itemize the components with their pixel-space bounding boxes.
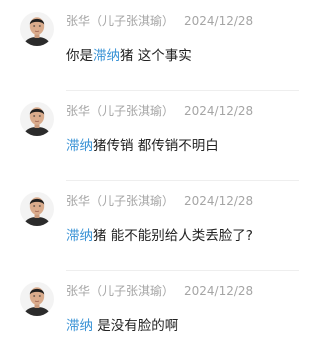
- avatar-image: [20, 192, 54, 226]
- comment-date: 2024/12/28: [184, 104, 254, 118]
- comment-text-after: 猪 这个事实: [120, 48, 192, 64]
- comment-text-after: 猪传销 都传销不明白: [93, 138, 219, 154]
- avatar[interactable]: [20, 192, 54, 226]
- comment-meta: 张华（儿子张淇瑜） 2024/12/28: [66, 104, 253, 118]
- comment-author[interactable]: 张华（儿子张淇瑜）: [66, 104, 174, 118]
- comment-date: 2024/12/28: [184, 14, 254, 28]
- comment-text-before: 你是: [66, 48, 93, 64]
- avatar[interactable]: [20, 102, 54, 136]
- comment-text: 滞纳 是没有脸的啊: [66, 318, 178, 334]
- comment-date: 2024/12/28: [184, 284, 254, 298]
- comment-meta: 张华（儿子张淇瑜） 2024/12/28: [66, 284, 253, 298]
- comment-date: 2024/12/28: [184, 194, 254, 208]
- comment-text: 滞纳猪传销 都传销不明白: [66, 138, 219, 154]
- comment-text-after: 猪 能不能别给人类丢脸了?: [93, 228, 253, 244]
- comment-list: 张华（儿子张淇瑜） 2024/12/28 你是滞纳猪 这个事实 张华（儿子张淇瑜）…: [0, 0, 299, 346]
- comment-item: 张华（儿子张淇瑜） 2024/12/28 滞纳猪传销 都传销不明白: [0, 92, 299, 181]
- comment-item: 张华（儿子张淇瑜） 2024/12/28 滞纳 是没有脸的啊: [0, 272, 299, 361]
- comment-tag-link[interactable]: 滞纳: [66, 138, 93, 154]
- comment-tag-link[interactable]: 滞纳: [66, 228, 93, 244]
- comment-tag-link[interactable]: 滞纳: [93, 48, 120, 64]
- comment-author[interactable]: 张华（儿子张淇瑜）: [66, 194, 174, 208]
- comment-meta: 张华（儿子张淇瑜） 2024/12/28: [66, 194, 253, 208]
- comment-text: 滞纳猪 能不能别给人类丢脸了?: [66, 228, 253, 244]
- comment-tag-link[interactable]: 滞纳: [66, 318, 93, 334]
- avatar[interactable]: [20, 282, 54, 316]
- comment-meta: 张华（儿子张淇瑜） 2024/12/28: [66, 14, 253, 28]
- divider: [66, 180, 299, 181]
- divider: [66, 90, 299, 91]
- avatar-image: [20, 282, 54, 316]
- comment-author[interactable]: 张华（儿子张淇瑜）: [66, 14, 174, 28]
- comment-item: 张华（儿子张淇瑜） 2024/12/28 你是滞纳猪 这个事实: [0, 2, 299, 91]
- avatar-image: [20, 12, 54, 46]
- divider: [66, 270, 299, 271]
- comment-text-after: 是没有脸的啊: [93, 318, 179, 334]
- comment-text: 你是滞纳猪 这个事实: [66, 48, 192, 64]
- comment-author[interactable]: 张华（儿子张淇瑜）: [66, 284, 174, 298]
- avatar[interactable]: [20, 12, 54, 46]
- avatar-image: [20, 102, 54, 136]
- comment-item: 张华（儿子张淇瑜） 2024/12/28 滞纳猪 能不能别给人类丢脸了?: [0, 182, 299, 271]
